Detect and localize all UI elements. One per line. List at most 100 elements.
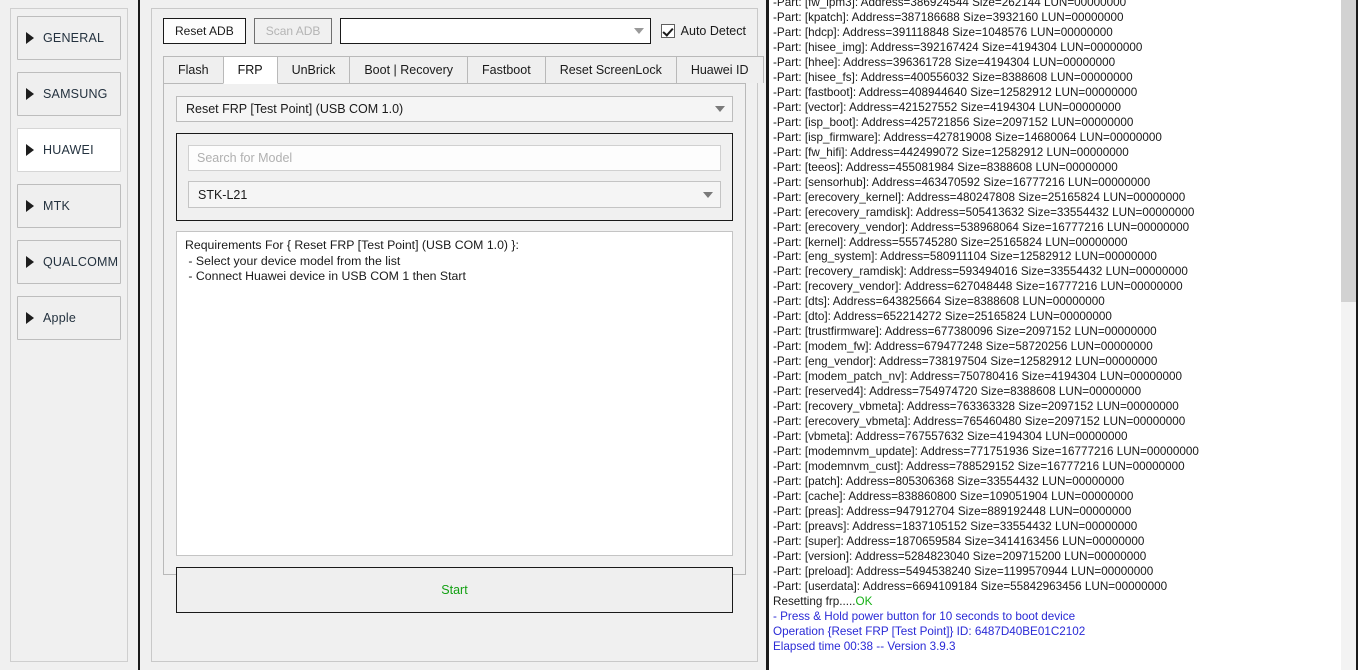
log-line: -Part: [userdata]: Address=6694109184 Si…: [773, 579, 1168, 593]
tab-huawei-id[interactable]: Huawei ID: [675, 56, 764, 83]
tab-unbrick[interactable]: UnBrick: [276, 56, 351, 83]
sidebar-item-general[interactable]: GENERAL: [17, 16, 121, 60]
tab-flash[interactable]: Flash: [163, 56, 224, 83]
log-line-status-resetting: Resetting frp.....OK: [773, 595, 1340, 610]
log-line: -Part: [super]: Address=1870659584 Size=…: [773, 534, 1145, 548]
auto-detect-checkbox[interactable]: Auto Detect: [659, 24, 746, 38]
log-scrollbar[interactable]: [1340, 0, 1360, 670]
sidebar-item-label: GENERAL: [43, 31, 105, 45]
log-line: -Part: [fw_lpm3]: Address=386924544 Size…: [773, 0, 1127, 9]
log-line: -Part: [preavs]: Address=1837105152 Size…: [773, 519, 1138, 533]
chevron-right-icon: [26, 88, 34, 100]
sidebar-item-mtk[interactable]: MTK: [17, 184, 121, 228]
main-panel: Reset ADB Scan ADB Auto Detect Flash FRP…: [140, 0, 768, 670]
start-button-area: Start: [176, 556, 733, 613]
chevron-right-icon: [26, 256, 34, 268]
search-model-input[interactable]: Search for Model: [188, 145, 721, 171]
frp-tab-panel: Reset FRP [Test Point] (USB COM 1.0) Sea…: [163, 83, 746, 613]
log-line-status-press-hold: - Press & Hold power button for 10 secon…: [773, 609, 1076, 623]
log-line: -Part: [kernel]: Address=555745280 Size=…: [773, 235, 1128, 249]
application-window: GENERAL SAMSUNG HUAWEI MTK QUALCOMM Appl…: [0, 0, 1360, 670]
log-line: -Part: [dto]: Address=652214272 Size=251…: [773, 310, 1112, 324]
scan-adb-button: Scan ADB: [253, 18, 333, 44]
log-line: -Part: [vbmeta]: Address=767557632 Size=…: [773, 430, 1128, 444]
start-button[interactable]: Start: [176, 567, 733, 613]
log-line-status-operation: Operation {Reset FRP [Test Point]} ID: 6…: [773, 624, 1086, 638]
checkmark-icon: [660, 24, 675, 38]
sidebar-item-label: Apple: [43, 311, 76, 325]
log-scrollbar-thumb[interactable]: [1341, 0, 1357, 302]
search-model-placeholder: Search for Model: [197, 151, 293, 165]
log-line: -Part: [cache]: Address=838860800 Size=1…: [773, 489, 1134, 503]
operation-select[interactable]: Reset FRP [Test Point] (USB COM 1.0): [176, 96, 733, 122]
log-panel: -Part: [fw_lpm3]: Address=386924544 Size…: [768, 0, 1360, 670]
sidebar-item-qualcomm[interactable]: QUALCOMM: [17, 240, 121, 284]
log-line: -Part: [erecovery_kernel]: Address=48024…: [773, 190, 1186, 204]
chevron-right-icon: [26, 32, 34, 44]
log-line: -Part: [trustfirmware]: Address=67738009…: [773, 325, 1157, 339]
log-line: -Part: [hhee]: Address=396361728 Size=41…: [773, 55, 1116, 69]
log-line: -Part: [modem_fw]: Address=679477248 Siz…: [773, 340, 1153, 354]
requirements-box: Requirements For { Reset FRP [Test Point…: [176, 231, 733, 556]
log-line: -Part: [recovery_vbmeta]: Address=763363…: [773, 400, 1179, 414]
log-line: -Part: [kpatch]: Address=387186688 Size=…: [773, 10, 1124, 24]
log-line: -Part: [patch]: Address=805306368 Size=3…: [773, 475, 1125, 488]
tab-boot-recovery[interactable]: Boot | Recovery: [349, 56, 469, 83]
sidebar-item-label: SAMSUNG: [43, 87, 108, 101]
log-status-text: Resetting frp.....: [773, 594, 856, 608]
log-line: -Part: [modemnvm_update]: Address=771751…: [773, 445, 1199, 459]
log-line: -Part: [hdcp]: Address=391118848 Size=10…: [773, 25, 1113, 39]
log-line: -Part: [erecovery_vendor]: Address=53896…: [773, 220, 1190, 234]
log-line: -Part: [erecovery_vbmeta]: Address=76546…: [773, 415, 1186, 429]
log-line: -Part: [isp_firmware]: Address=427819008…: [773, 130, 1162, 144]
log-line: -Part: [modem_patch_nv]: Address=7507804…: [773, 370, 1183, 384]
main-panel-inner: Reset ADB Scan ADB Auto Detect Flash FRP…: [151, 8, 764, 662]
tab-fastboot[interactable]: Fastboot: [467, 56, 546, 83]
log-line: -Part: [preas]: Address=947912704 Size=8…: [773, 504, 1132, 518]
requirements-line: - Connect Huawei device in USB COM 1 the…: [185, 269, 466, 283]
device-select[interactable]: [340, 18, 651, 44]
log-status-ok: OK: [855, 594, 873, 608]
log-line-status-elapsed: Elapsed time 00:38 -- Version 3.9.3: [773, 639, 956, 653]
auto-detect-label: Auto Detect: [680, 24, 746, 38]
chevron-right-icon: [26, 200, 34, 212]
chevron-right-icon: [26, 312, 34, 324]
log-scrollbar-track[interactable]: [1341, 0, 1357, 670]
sidebar-item-label: HUAWEI: [43, 143, 94, 157]
log-line: -Part: [fw_hifi]: Address=442499072 Size…: [773, 145, 1129, 159]
log-line: -Part: [version]: Address=5284823040 Siz…: [773, 549, 1147, 563]
log-line: -Part: [preload]: Address=5494538240 Siz…: [773, 564, 1154, 578]
sidebar-item-huawei[interactable]: HUAWEI: [17, 128, 121, 172]
brand-sidebar-list: GENERAL SAMSUNG HUAWEI MTK QUALCOMM Appl…: [10, 8, 128, 662]
sidebar-item-apple[interactable]: Apple: [17, 296, 121, 340]
log-line: -Part: [hisee_img]: Address=392167424 Si…: [773, 40, 1143, 54]
tab-bar: Flash FRP UnBrick Boot | Recovery Fastbo…: [163, 55, 764, 84]
log-line: -Part: [fastboot]: Address=408944640 Siz…: [773, 85, 1138, 99]
log-line: -Part: [eng_system]: Address=580911104 S…: [773, 250, 1157, 264]
tab-frp[interactable]: FRP: [222, 56, 278, 84]
reset-adb-button[interactable]: Reset ADB: [163, 18, 246, 44]
log-output: -Part: [fw_lpm3]: Address=386924544 Size…: [769, 0, 1340, 670]
log-line: -Part: [vector]: Address=421527552 Size=…: [773, 100, 1121, 114]
sidebar-item-label: MTK: [43, 199, 70, 213]
chevron-right-icon: [26, 144, 34, 156]
model-select-value: STK-L21: [198, 187, 248, 202]
chevron-down-icon: [715, 106, 725, 112]
sidebar-item-label: QUALCOMM: [43, 255, 119, 269]
model-select[interactable]: STK-L21: [188, 181, 721, 208]
log-line: -Part: [erecovery_ramdisk]: Address=5054…: [773, 205, 1195, 219]
log-line: -Part: [eng_vendor]: Address=738197504 S…: [773, 355, 1158, 369]
brand-sidebar: GENERAL SAMSUNG HUAWEI MTK QUALCOMM Appl…: [0, 0, 140, 670]
requirements-line: Requirements For { Reset FRP [Test Point…: [185, 238, 519, 252]
sidebar-item-samsung[interactable]: SAMSUNG: [17, 72, 121, 116]
tab-reset-screenlock[interactable]: Reset ScreenLock: [544, 56, 677, 83]
log-line: -Part: [reserved4]: Address=754974720 Si…: [773, 385, 1142, 399]
chevron-down-icon: [633, 28, 644, 34]
log-line: -Part: [recovery_ramdisk]: Address=59349…: [773, 265, 1188, 279]
log-line: -Part: [isp_boot]: Address=425721856 Siz…: [773, 115, 1134, 129]
adb-toolbar: Reset ADB Scan ADB Auto Detect: [163, 18, 746, 44]
model-selection-group: Search for Model STK-L21: [176, 133, 733, 221]
log-line: -Part: [teeos]: Address=455081984 Size=8…: [773, 160, 1118, 174]
log-line: -Part: [hisee_fs]: Address=400556032 Siz…: [773, 70, 1133, 84]
log-line: -Part: [modemnvm_cust]: Address=78852915…: [773, 460, 1185, 474]
